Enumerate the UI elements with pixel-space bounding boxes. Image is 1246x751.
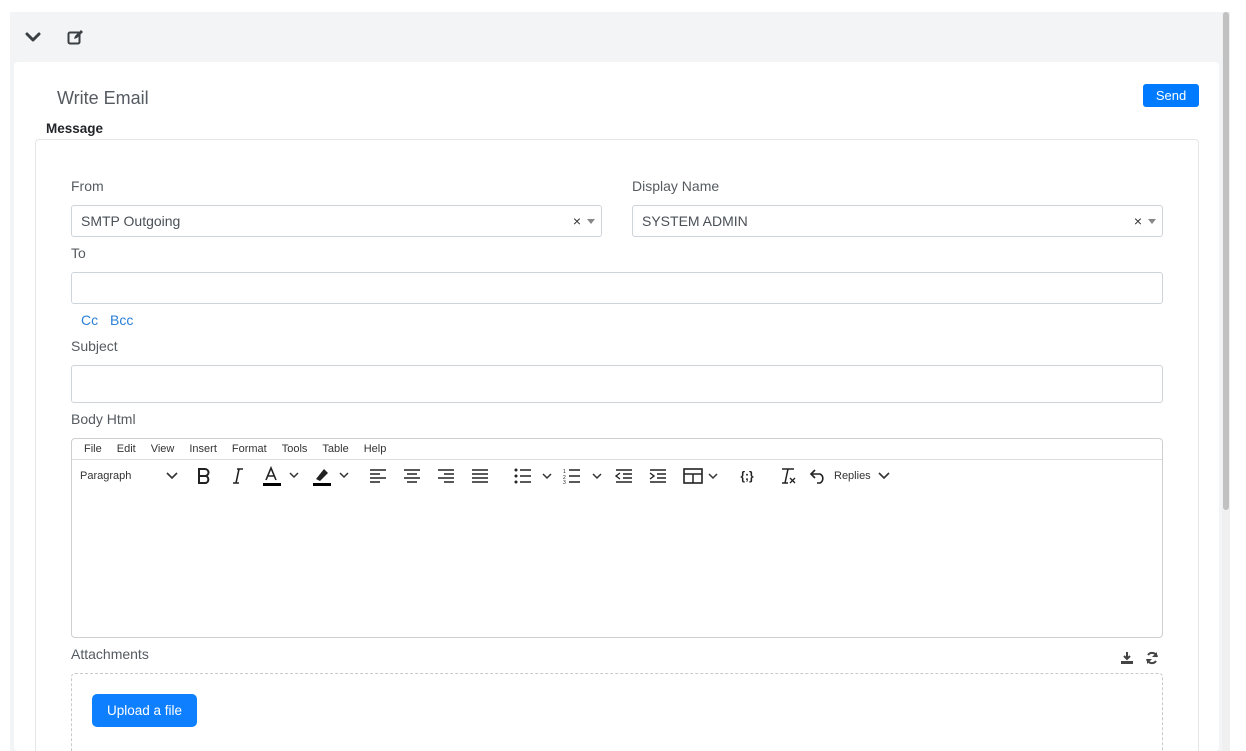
- highlight-color-icon[interactable]: [308, 464, 354, 488]
- menu-insert[interactable]: Insert: [189, 443, 217, 455]
- scrollbar-thumb[interactable]: [1223, 12, 1229, 510]
- from-label: From: [71, 178, 104, 194]
- chevron-down-icon[interactable]: [22, 26, 44, 48]
- menu-file[interactable]: File: [84, 443, 102, 455]
- menu-edit[interactable]: Edit: [117, 443, 136, 455]
- align-right-icon[interactable]: [434, 464, 458, 488]
- subject-input[interactable]: [71, 365, 1163, 403]
- subject-label: Subject: [71, 338, 118, 354]
- chevron-down-icon: [878, 472, 890, 480]
- undo-icon[interactable]: [806, 464, 830, 488]
- body-html-label: Body Html: [71, 411, 136, 427]
- menu-tools[interactable]: Tools: [282, 443, 308, 455]
- menu-format[interactable]: Format: [232, 443, 267, 455]
- refresh-icon[interactable]: [1143, 649, 1161, 667]
- clear-icon[interactable]: ×: [573, 213, 581, 229]
- variables-icon[interactable]: {;}: [734, 464, 760, 488]
- block-format-dropdown[interactable]: Paragraph: [80, 464, 178, 488]
- bcc-link[interactable]: Bcc: [110, 312, 133, 328]
- attachments-label: Attachments: [71, 646, 149, 662]
- align-center-icon[interactable]: [400, 464, 424, 488]
- message-section-label: Message: [46, 121, 104, 136]
- attachment-dropzone[interactable]: [71, 673, 1163, 751]
- display-name-select-value: SYSTEM ADMIN: [642, 213, 748, 229]
- replies-dropdown[interactable]: Replies: [834, 464, 890, 488]
- from-select-value: SMTP Outgoing: [81, 213, 181, 229]
- menu-table[interactable]: Table: [322, 443, 348, 455]
- vertical-scrollbar[interactable]: [1222, 12, 1230, 751]
- align-justify-icon[interactable]: [468, 464, 492, 488]
- text-color-icon[interactable]: [258, 464, 304, 488]
- display-name-select[interactable]: SYSTEM ADMIN ×: [632, 205, 1163, 237]
- caret-down-icon[interactable]: [1148, 219, 1156, 224]
- caret-down-icon[interactable]: [587, 219, 595, 224]
- menu-view[interactable]: View: [151, 443, 175, 455]
- numbered-list-icon[interactable]: 123: [562, 464, 606, 488]
- outdent-icon[interactable]: [612, 464, 636, 488]
- page-title: Write Email: [57, 88, 149, 108]
- bullet-list-icon[interactable]: [512, 464, 556, 488]
- italic-icon[interactable]: [226, 464, 250, 488]
- cc-link[interactable]: Cc: [81, 312, 98, 328]
- svg-text:3: 3: [563, 480, 566, 484]
- to-label: To: [71, 245, 86, 261]
- align-left-icon[interactable]: [366, 464, 390, 488]
- menu-help[interactable]: Help: [364, 443, 387, 455]
- indent-icon[interactable]: [646, 464, 670, 488]
- variables-label: {;}: [740, 469, 754, 483]
- bold-icon[interactable]: [192, 464, 216, 488]
- download-icon[interactable]: [1118, 649, 1136, 667]
- from-select[interactable]: SMTP Outgoing ×: [71, 205, 602, 237]
- send-button[interactable]: Send: [1143, 84, 1199, 107]
- table-icon[interactable]: [682, 464, 722, 488]
- to-input[interactable]: [71, 272, 1163, 304]
- block-format-value: Paragraph: [80, 470, 132, 482]
- display-name-label: Display Name: [632, 178, 720, 194]
- chevron-down-icon: [166, 472, 178, 480]
- editor-menubar: File Edit View Insert Format Tools Table…: [72, 439, 1162, 460]
- rich-text-editor[interactable]: File Edit View Insert Format Tools Table…: [71, 438, 1163, 638]
- replies-label: Replies: [834, 470, 871, 482]
- clear-icon[interactable]: ×: [1134, 213, 1142, 229]
- upload-file-button[interactable]: Upload a file: [92, 694, 197, 727]
- clear-formatting-icon[interactable]: [776, 464, 800, 488]
- edit-icon[interactable]: [64, 26, 86, 48]
